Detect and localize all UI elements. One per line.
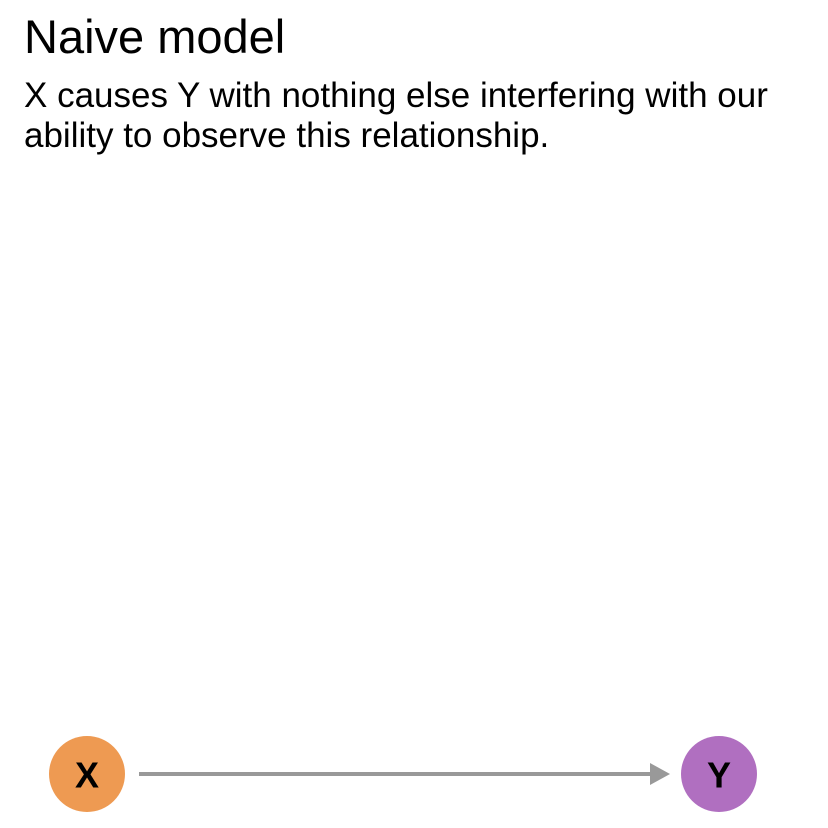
node-y-label: Y xyxy=(707,755,731,796)
dag-node-x: X xyxy=(49,736,125,812)
edge-arrowhead-x-to-y xyxy=(650,763,670,785)
dag-diagram: X Y xyxy=(49,736,757,812)
dag-node-y: Y xyxy=(681,736,757,812)
node-x-label: X xyxy=(75,755,99,796)
dag-edge-x-to-y xyxy=(139,763,670,785)
